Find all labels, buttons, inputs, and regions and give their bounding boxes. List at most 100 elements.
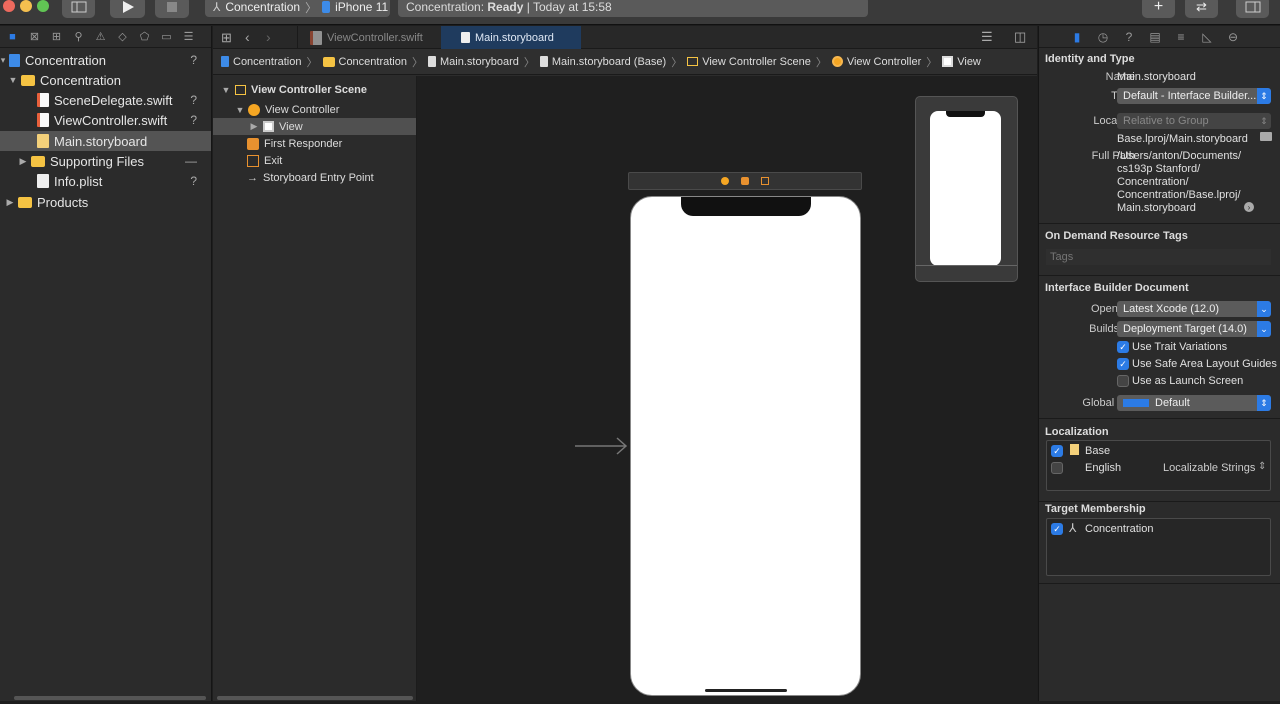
report-tab-icon[interactable]: ☰ xyxy=(182,30,195,43)
tree-item-label: SceneDelegate.swift xyxy=(54,92,173,108)
editor-options-icon[interactable]: ☰ xyxy=(981,29,993,45)
plist-file-icon xyxy=(37,174,49,188)
file-inspector-icon[interactable]: ▮ xyxy=(1070,30,1084,44)
disclosure-open-icon[interactable]: ▼ xyxy=(235,105,245,115)
navigator-toggle-button[interactable] xyxy=(62,0,95,18)
reveal-arrow-icon[interactable]: › xyxy=(1244,202,1254,212)
disclosure-closed-icon[interactable]: ▶ xyxy=(5,197,15,208)
issue-tab-icon[interactable]: ⚠ xyxy=(94,30,107,43)
code-review-button[interactable]: ⇄ xyxy=(1185,0,1218,18)
jumpbar-file[interactable]: Main.storyboard xyxy=(428,56,519,68)
forward-arrow-icon[interactable]: › xyxy=(266,29,271,45)
membership-target: Concentration xyxy=(1085,523,1154,535)
navigator-scrollbar[interactable] xyxy=(14,696,206,700)
source-control-tab-icon[interactable]: ⊠ xyxy=(28,30,41,43)
stop-button[interactable] xyxy=(155,0,189,18)
checkbox-label: Use Trait Variations xyxy=(1132,341,1228,353)
symbol-tab-icon[interactable]: ⊞ xyxy=(50,30,63,43)
disclosure-closed-icon[interactable]: ▶ xyxy=(249,121,259,132)
size-inspector-icon[interactable]: ◺ xyxy=(1200,30,1214,44)
scheme-selector[interactable]: ⅄ Concentration 〉 iPhone 11 xyxy=(205,0,390,17)
tree-item-project[interactable]: ▾ Concentration ? xyxy=(0,50,211,70)
help-inspector-icon[interactable]: ? xyxy=(1122,30,1136,44)
breakpoint-tab-icon[interactable]: ▭ xyxy=(160,30,173,43)
outline-view[interactable]: ▶ View xyxy=(213,118,416,135)
jumpbar-controller[interactable]: View Controller xyxy=(831,56,921,68)
outline-view-controller[interactable]: ▼ View Controller xyxy=(213,101,416,118)
outline-exit[interactable]: Exit xyxy=(213,152,416,169)
jumpbar-localization[interactable]: Main.storyboard (Base) xyxy=(539,56,666,68)
disclosure-closed-icon[interactable]: ▶ xyxy=(18,156,28,167)
builds-for-popup[interactable]: Deployment Target (14.0) ⌄ xyxy=(1117,321,1271,337)
identity-inspector-icon[interactable]: ▤ xyxy=(1148,30,1162,44)
history-inspector-icon[interactable]: ◷ xyxy=(1096,30,1110,44)
jumpbar-scene[interactable]: View Controller Scene xyxy=(687,56,811,68)
tree-item-group-concentration[interactable]: ▼ Concentration xyxy=(0,70,211,90)
debug-tab-icon[interactable]: ⬠ xyxy=(138,30,151,43)
inspector-toggle-button[interactable] xyxy=(1236,0,1269,18)
minimap[interactable] xyxy=(915,96,1018,282)
launch-screen-checkbox[interactable] xyxy=(1117,375,1129,387)
location-popup[interactable]: Relative to Group ⇕ xyxy=(1117,113,1271,129)
localization-base-checkbox[interactable]: ✓ xyxy=(1051,445,1063,457)
opens-in-popup[interactable]: Latest Xcode (12.0) ⌄ xyxy=(1117,301,1271,317)
zoom-window-button[interactable] xyxy=(37,0,49,12)
exit-icon[interactable] xyxy=(761,177,769,185)
chevron-right-icon: 〉 xyxy=(671,56,683,69)
trait-variations-checkbox[interactable]: ✓ xyxy=(1117,341,1129,353)
library-button[interactable]: + xyxy=(1142,0,1175,18)
back-arrow-icon[interactable]: ‹ xyxy=(245,29,250,45)
folder-tab-icon[interactable]: ■ xyxy=(6,30,19,43)
scene-dock[interactable] xyxy=(628,172,862,190)
localization-english-checkbox[interactable] xyxy=(1051,462,1063,474)
folder-icon[interactable] xyxy=(1260,132,1272,141)
plus-icon: + xyxy=(1153,0,1164,15)
iphone-view-frame[interactable] xyxy=(630,196,861,696)
type-popup[interactable]: Default - Interface Builder... ⇕ xyxy=(1117,88,1271,104)
outline-scrollbar[interactable] xyxy=(217,696,413,700)
attributes-inspector-icon[interactable]: ≡ xyxy=(1174,30,1188,44)
loc-english-type[interactable]: Localizable Strings xyxy=(1163,462,1255,474)
grid-menu-icon[interactable]: ⊞ xyxy=(221,30,232,46)
find-tab-icon[interactable]: ⚲ xyxy=(72,30,85,43)
chevron-right-icon: 〉 xyxy=(523,56,535,69)
tree-item-label: Info.plist xyxy=(54,173,103,189)
storyboard-canvas[interactable] xyxy=(417,76,1037,701)
tree-item-scenedelegate[interactable]: SceneDelegate.swift ? xyxy=(0,90,211,110)
run-button[interactable] xyxy=(110,0,145,18)
section-divider xyxy=(1039,223,1280,224)
tree-item-supporting-files[interactable]: ▶ Supporting Files — xyxy=(0,151,211,171)
outline-scene[interactable]: ▼ View Controller Scene xyxy=(213,81,416,98)
tree-item-label: Products xyxy=(37,194,89,210)
tree-item-main-storyboard[interactable]: Main.storyboard xyxy=(0,131,211,151)
target-membership-checkbox[interactable]: ✓ xyxy=(1051,523,1063,535)
tags-input[interactable] xyxy=(1046,249,1271,265)
tab-viewcontroller-swift[interactable]: ViewController.swift xyxy=(297,26,442,49)
test-tab-icon[interactable]: ◇ xyxy=(116,30,129,43)
jumpbar-project[interactable]: Concentration xyxy=(221,56,302,68)
outline-first-responder[interactable]: First Responder xyxy=(213,135,416,152)
split-editor-icon[interactable]: ◫ xyxy=(1014,29,1026,45)
global-tint-popup[interactable]: Default ⇕ xyxy=(1117,395,1271,411)
disclosure-open-icon[interactable]: ▼ xyxy=(8,75,18,85)
tab-main-storyboard[interactable]: Main.storyboard xyxy=(441,26,581,49)
membership-list: ✓ ⅄ Concentration xyxy=(1046,518,1271,576)
view-controller-icon[interactable] xyxy=(721,177,729,185)
minimize-window-button[interactable] xyxy=(20,0,32,12)
jumpbar-view[interactable]: View xyxy=(942,56,981,68)
outline-label: Storyboard Entry Point xyxy=(263,171,374,184)
close-window-button[interactable] xyxy=(3,0,15,12)
name-value[interactable]: Main.storyboard xyxy=(1117,71,1196,83)
tree-item-products[interactable]: ▶ Products xyxy=(0,192,211,212)
first-responder-icon[interactable] xyxy=(741,177,749,185)
jumpbar-group[interactable]: Concentration xyxy=(322,56,407,68)
disclosure-open-icon[interactable]: ▼ xyxy=(221,85,231,95)
chevron-right-icon: 〉 xyxy=(306,56,318,69)
connections-inspector-icon[interactable]: ⊖ xyxy=(1226,30,1240,44)
disclosure-open-icon[interactable]: ▾ xyxy=(0,55,6,66)
safe-area-checkbox[interactable]: ✓ xyxy=(1117,358,1129,370)
tree-item-viewcontroller[interactable]: ViewController.swift ? xyxy=(0,110,211,130)
tree-item-info-plist[interactable]: Info.plist ? xyxy=(0,171,211,191)
outline-entry-point[interactable]: → Storyboard Entry Point xyxy=(213,169,416,186)
scene-icon xyxy=(687,57,699,66)
